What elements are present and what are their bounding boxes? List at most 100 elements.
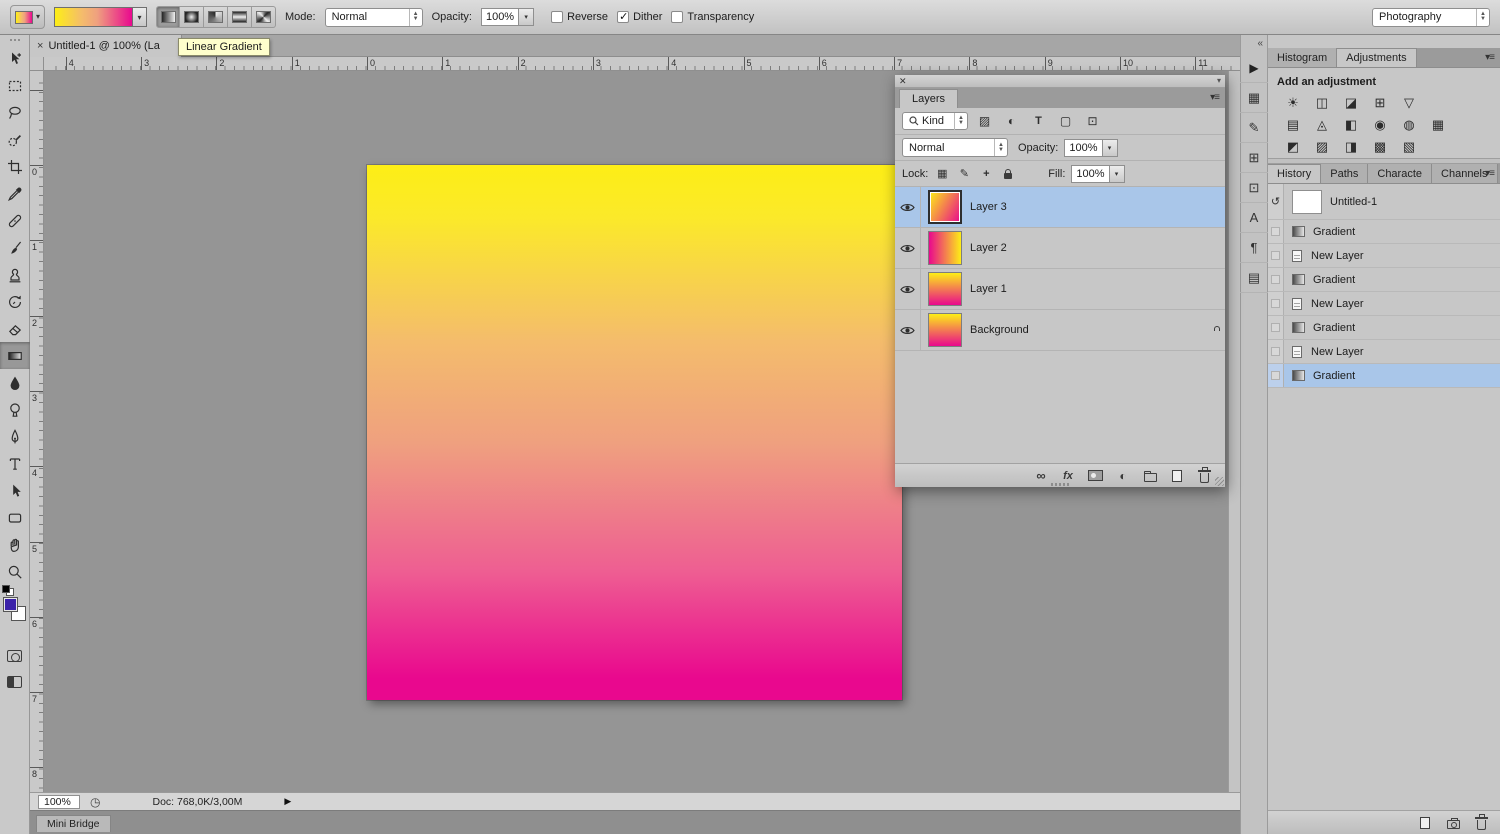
- new-snapshot-icon[interactable]: [1446, 817, 1460, 829]
- radial-gradient-button[interactable]: [180, 6, 204, 28]
- panel-icon-styles[interactable]: ▦: [1240, 83, 1268, 113]
- filter-type-layers-icon[interactable]: T: [1028, 113, 1049, 130]
- layer-thumbnail[interactable]: [928, 313, 962, 347]
- layer-row[interactable]: Background: [895, 310, 1225, 351]
- panel-icon-layer-comps[interactable]: ▤: [1240, 263, 1268, 293]
- photo-filter-adjustment-icon[interactable]: ◉: [1368, 115, 1392, 135]
- close-icon[interactable]: ✕: [899, 77, 907, 86]
- toolbar-grip[interactable]: [9, 38, 21, 43]
- delete-state-icon[interactable]: [1474, 816, 1488, 830]
- layer-visibility-toggle[interactable]: [895, 269, 921, 310]
- tab-adjustments[interactable]: Adjustments: [1337, 48, 1417, 67]
- hand-tool[interactable]: [0, 531, 30, 558]
- history-state-row[interactable]: Gradient: [1268, 316, 1500, 340]
- angle-gradient-button[interactable]: [204, 6, 228, 28]
- lock-position-icon[interactable]: +: [978, 166, 994, 182]
- history-state-row[interactable]: New Layer: [1268, 292, 1500, 316]
- history-brush-source[interactable]: [1268, 268, 1284, 291]
- filter-smart-objects-icon[interactable]: ⊡: [1082, 113, 1103, 130]
- history-brush-source[interactable]: [1268, 340, 1284, 363]
- blur-tool[interactable]: [0, 369, 30, 396]
- brush-tool[interactable]: [0, 234, 30, 261]
- history-state-row[interactable]: Gradient: [1268, 268, 1500, 292]
- move-tool[interactable]: [0, 45, 30, 72]
- dither-checkbox[interactable]: Dither: [617, 11, 662, 23]
- layer-row[interactable]: Layer 3: [895, 187, 1225, 228]
- eyedropper-tool[interactable]: [0, 180, 30, 207]
- document-canvas[interactable]: [367, 165, 902, 700]
- blend-mode-select[interactable]: Normal ▲▼: [902, 138, 1008, 157]
- history-state-row[interactable]: Gradient: [1268, 220, 1500, 244]
- layers-panel-titlebar[interactable]: ✕ ▾: [895, 75, 1225, 88]
- adjustment-layer-icon[interactable]: ◐: [1116, 469, 1130, 483]
- collapse-panel-icon[interactable]: ▾: [1217, 77, 1221, 85]
- opacity-input[interactable]: 100% ▾: [481, 8, 534, 26]
- panel-icon-paragraph[interactable]: ¶: [1240, 233, 1268, 263]
- panel-icon-clone-source[interactable]: ⊡: [1240, 173, 1268, 203]
- layer-thumbnail[interactable]: [928, 190, 962, 224]
- layers-opacity-input[interactable]: 100% ▾: [1064, 139, 1117, 157]
- gradient-preview[interactable]: [54, 7, 132, 27]
- layer-thumbnail[interactable]: [928, 231, 962, 265]
- exposure-adjustment-icon[interactable]: ⊞: [1368, 93, 1392, 113]
- expand-panels-icon[interactable]: «: [1257, 38, 1263, 49]
- chevron-down-icon[interactable]: ▾: [1103, 139, 1118, 157]
- lock-all-icon[interactable]: [1000, 166, 1016, 182]
- marquee-tool[interactable]: [0, 72, 30, 99]
- panel-menu-icon[interactable]: ▾≡: [1210, 92, 1219, 103]
- panel-menu-icon[interactable]: ▾≡: [1485, 168, 1494, 179]
- close-icon[interactable]: ×: [37, 40, 43, 52]
- channel-mixer-adjustment-icon[interactable]: ◍: [1397, 115, 1421, 135]
- pen-tool[interactable]: [0, 423, 30, 450]
- healing-brush-tool[interactable]: [0, 207, 30, 234]
- history-state-row[interactable]: Gradient: [1268, 364, 1500, 388]
- tool-preset-picker[interactable]: ▾: [10, 5, 45, 29]
- history-snapshot-row[interactable]: ↺ Untitled-1: [1268, 184, 1500, 220]
- workspace-select[interactable]: Photography ▲▼: [1372, 8, 1490, 27]
- zoom-tool[interactable]: [0, 558, 30, 585]
- diamond-gradient-button[interactable]: [252, 6, 276, 28]
- levels-adjustment-icon[interactable]: ◫: [1310, 93, 1334, 113]
- history-brush-source[interactable]: [1268, 220, 1284, 243]
- gradient-tool[interactable]: [0, 342, 30, 369]
- panel-icon-actions[interactable]: ▶: [1240, 53, 1268, 83]
- type-tool[interactable]: [0, 450, 30, 477]
- panel-icon-tool-presets[interactable]: ⊞: [1240, 143, 1268, 173]
- panel-menu-icon[interactable]: ▾≡: [1485, 52, 1494, 63]
- status-menu-arrow-icon[interactable]: ▶: [284, 796, 291, 807]
- fill-input[interactable]: 100% ▾: [1071, 165, 1124, 183]
- quick-selection-tool[interactable]: [0, 126, 30, 153]
- mini-bridge-tab[interactable]: Mini Bridge: [36, 815, 111, 832]
- history-state-row[interactable]: New Layer: [1268, 244, 1500, 268]
- foreground-color-swatch[interactable]: [3, 597, 18, 612]
- vibrance-adjustment-icon[interactable]: ▽: [1397, 93, 1421, 113]
- document-tab[interactable]: × Untitled-1 @ 100% (La: [30, 35, 182, 57]
- history-brush-source[interactable]: [1268, 316, 1284, 339]
- layer-row[interactable]: Layer 2: [895, 228, 1225, 269]
- screen-mode-button[interactable]: [0, 669, 30, 695]
- posterize-adjustment-icon[interactable]: ▨: [1310, 137, 1334, 157]
- transparency-checkbox[interactable]: Transparency: [671, 11, 754, 23]
- chevron-down-icon[interactable]: ▾: [519, 8, 534, 26]
- filter-pixel-layers-icon[interactable]: ▨: [974, 113, 995, 130]
- clone-stamp-tool[interactable]: [0, 261, 30, 288]
- history-brush-source[interactable]: [1268, 364, 1284, 387]
- color-balance-adjustment-icon[interactable]: ◬: [1310, 115, 1334, 135]
- history-brush-source[interactable]: [1268, 244, 1284, 267]
- path-selection-tool[interactable]: [0, 477, 30, 504]
- tab-paths[interactable]: Paths: [1321, 164, 1368, 183]
- history-brush-source[interactable]: [1268, 292, 1284, 315]
- layers-opacity-value[interactable]: 100%: [1064, 139, 1102, 157]
- delete-layer-icon[interactable]: [1197, 469, 1211, 483]
- reflected-gradient-button[interactable]: [228, 6, 252, 28]
- lasso-tool[interactable]: [0, 99, 30, 126]
- mode-select[interactable]: Normal ▲▼: [325, 8, 423, 27]
- panel-resize-grip[interactable]: [1215, 477, 1224, 486]
- gradient-picker[interactable]: ▾: [54, 7, 147, 27]
- hue-saturation-adjustment-icon[interactable]: ▤: [1281, 115, 1305, 135]
- chevron-down-icon[interactable]: ▾: [132, 7, 147, 27]
- threshold-adjustment-icon[interactable]: ◨: [1339, 137, 1363, 157]
- layer-group-icon[interactable]: [1143, 470, 1157, 482]
- new-document-from-state-icon[interactable]: [1418, 817, 1432, 829]
- layer-mask-icon[interactable]: [1088, 470, 1103, 481]
